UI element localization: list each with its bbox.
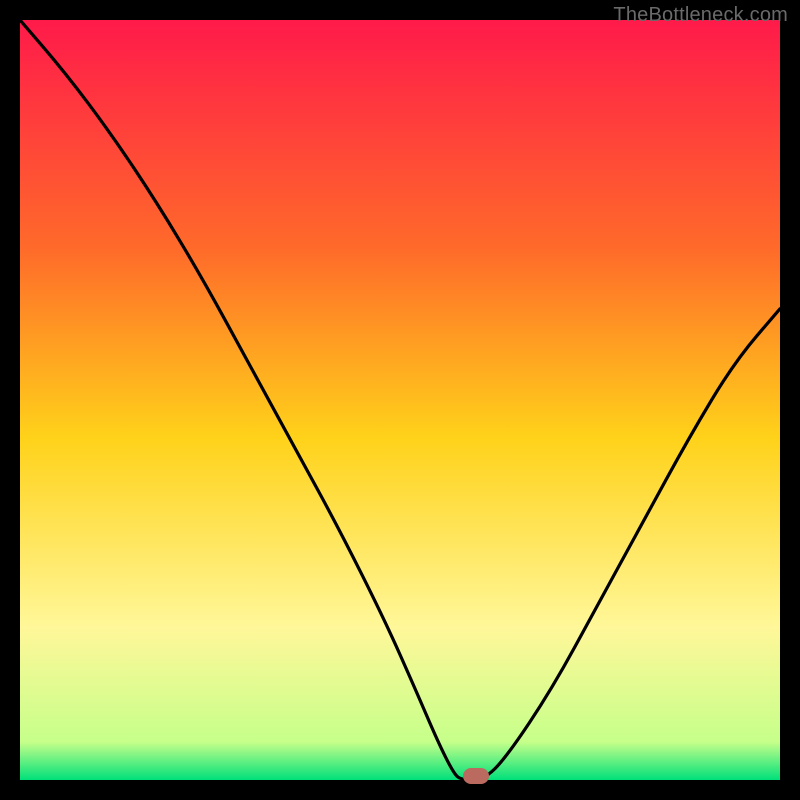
gradient-background xyxy=(20,20,780,780)
plot-area xyxy=(20,20,780,780)
watermark-text: TheBottleneck.com xyxy=(613,4,788,27)
chart-svg xyxy=(20,20,780,780)
chart-frame: TheBottleneck.com xyxy=(0,0,800,800)
optimal-marker xyxy=(463,768,489,784)
